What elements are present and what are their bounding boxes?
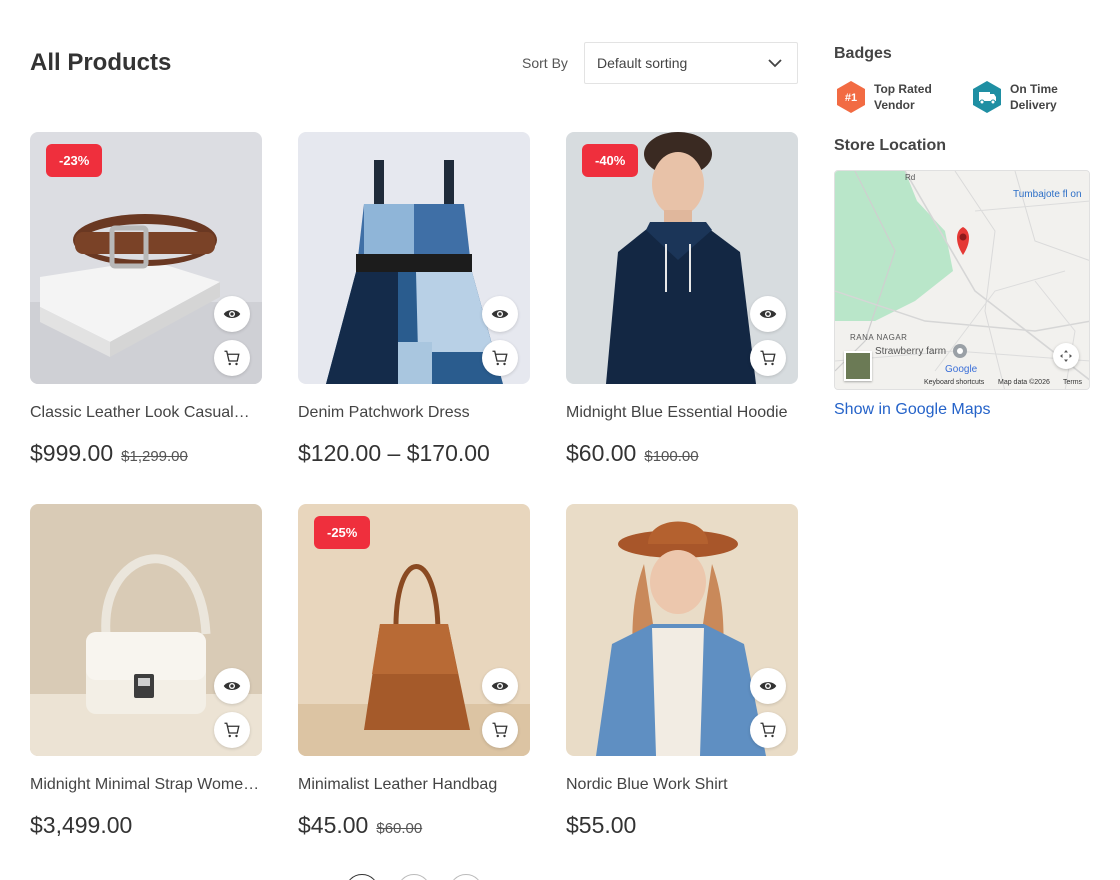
add-to-cart-button[interactable] xyxy=(214,712,250,748)
vendor-badge: #1 Top Rated Vendor xyxy=(834,80,944,114)
price-row: $45.00 $60.00 xyxy=(298,812,530,839)
map-poi-label: Strawberry farm xyxy=(875,346,947,357)
product-price: $999.00 xyxy=(30,440,114,466)
price-row: $999.00 $1,299.00 xyxy=(30,440,262,467)
eye-icon xyxy=(223,682,241,690)
product-title[interactable]: Classic Leather Look Casual… xyxy=(30,404,262,422)
eye-icon xyxy=(759,310,777,318)
product-card[interactable]: Nordic Blue Work Shirt $55.00 xyxy=(566,504,798,839)
store-map[interactable]: Tumbajote fl on Rd RANA NAGAR Strawberry… xyxy=(834,170,1090,390)
quick-view-button[interactable] xyxy=(214,668,250,704)
cart-icon xyxy=(760,350,776,366)
svg-text:#1: #1 xyxy=(845,92,857,104)
product-card[interactable]: -23% Classic Leather Look Casual… $999.0… xyxy=(30,132,262,467)
product-title[interactable]: Midnight Blue Essential Hoodie xyxy=(566,404,798,422)
add-to-cart-button[interactable] xyxy=(482,712,518,748)
price-row: $3,499.00 xyxy=(30,812,262,839)
show-in-google-maps-link[interactable]: Show in Google Maps xyxy=(834,401,991,419)
cart-icon xyxy=(224,350,240,366)
add-to-cart-button[interactable] xyxy=(214,340,250,376)
map-area-label: RANA NAGAR xyxy=(850,333,908,342)
page-title: All Products xyxy=(30,49,172,76)
quick-view-button[interactable] xyxy=(214,296,250,332)
product-price: $120.00 – $170.00 xyxy=(298,440,490,466)
quick-view-button[interactable] xyxy=(750,296,786,332)
product-price: $60.00 xyxy=(566,440,637,466)
product-image[interactable] xyxy=(30,504,262,756)
add-to-cart-button[interactable] xyxy=(750,712,786,748)
badge-label: Top Rated Vendor xyxy=(874,82,932,112)
vendor-badge: On Time Delivery xyxy=(970,80,1080,114)
product-card[interactable]: Midnight Minimal Strap Wome… $3,499.00 xyxy=(30,504,262,839)
pagination-button[interactable] xyxy=(397,874,431,880)
eye-icon xyxy=(491,682,509,690)
add-to-cart-button[interactable] xyxy=(750,340,786,376)
quick-view-button[interactable] xyxy=(750,668,786,704)
google-logo: Google xyxy=(945,364,978,375)
eye-icon xyxy=(223,310,241,318)
product-image[interactable] xyxy=(298,132,530,384)
discount-badge: -25% xyxy=(314,516,371,549)
map-keyboard-shortcuts[interactable]: Keyboard shortcuts xyxy=(924,379,984,386)
product-card[interactable]: -40% Midnight Blue Essential Hoodie $60.… xyxy=(566,132,798,467)
eye-icon xyxy=(491,310,509,318)
add-to-cart-button[interactable] xyxy=(482,340,518,376)
sort-select[interactable]: Default sorting xyxy=(584,42,798,84)
price-row: $60.00 $100.00 xyxy=(566,440,798,467)
cart-icon xyxy=(224,722,240,738)
product-image[interactable]: -40% xyxy=(566,132,798,384)
cart-icon xyxy=(492,350,508,366)
quick-view-button[interactable] xyxy=(482,296,518,332)
price-row: $55.00 xyxy=(566,812,798,839)
fullscreen-icon xyxy=(1060,350,1072,362)
product-image[interactable]: -23% xyxy=(30,132,262,384)
map-terms-link[interactable]: Terms xyxy=(1063,379,1082,386)
discount-badge: -23% xyxy=(46,144,103,177)
sort-label: Sort By xyxy=(522,55,568,71)
product-title[interactable]: Minimalist Leather Handbag xyxy=(298,776,530,794)
product-old-price: $1,299.00 xyxy=(121,448,188,465)
pagination-button[interactable] xyxy=(345,874,379,880)
store-location-heading: Store Location xyxy=(834,137,947,154)
map-satellite-toggle[interactable] xyxy=(844,351,872,381)
product-image[interactable] xyxy=(566,504,798,756)
product-title[interactable]: Nordic Blue Work Shirt xyxy=(566,776,798,794)
product-price: $3,499.00 xyxy=(30,812,133,838)
map-roads xyxy=(835,171,1089,389)
rank-icon: #1 xyxy=(837,81,865,113)
product-price: $45.00 xyxy=(298,812,369,838)
product-title[interactable]: Denim Patchwork Dress xyxy=(298,404,530,422)
map-place-label: Tumbajote fl on xyxy=(1013,189,1082,200)
product-title[interactable]: Midnight Minimal Strap Wome… xyxy=(30,776,262,794)
cart-icon xyxy=(492,722,508,738)
eye-icon xyxy=(759,682,777,690)
product-card[interactable]: -25% Minimalist Leather Handbag $45.00 $… xyxy=(298,504,530,839)
truck-icon xyxy=(973,81,1001,113)
price-row: $120.00 – $170.00 xyxy=(298,440,530,467)
discount-badge: -40% xyxy=(582,144,639,177)
sort-select-value: Default sorting xyxy=(597,55,688,71)
badge-label: On Time Delivery xyxy=(1010,82,1058,112)
chevron-down-icon xyxy=(768,59,782,68)
map-fullscreen-button[interactable] xyxy=(1053,343,1079,369)
map-road-label: Rd xyxy=(905,173,916,182)
product-price: $55.00 xyxy=(566,812,637,838)
product-image[interactable]: -25% xyxy=(298,504,530,756)
quick-view-button[interactable] xyxy=(482,668,518,704)
pagination-button[interactable] xyxy=(449,874,483,880)
cart-icon xyxy=(760,722,776,738)
product-old-price: $60.00 xyxy=(376,820,423,837)
badges-heading: Badges xyxy=(834,45,892,62)
map-data-credit: Map data ©2026 xyxy=(998,379,1050,386)
product-old-price: $100.00 xyxy=(644,448,699,465)
product-card[interactable]: Denim Patchwork Dress $120.00 – $170.00 xyxy=(298,132,530,467)
